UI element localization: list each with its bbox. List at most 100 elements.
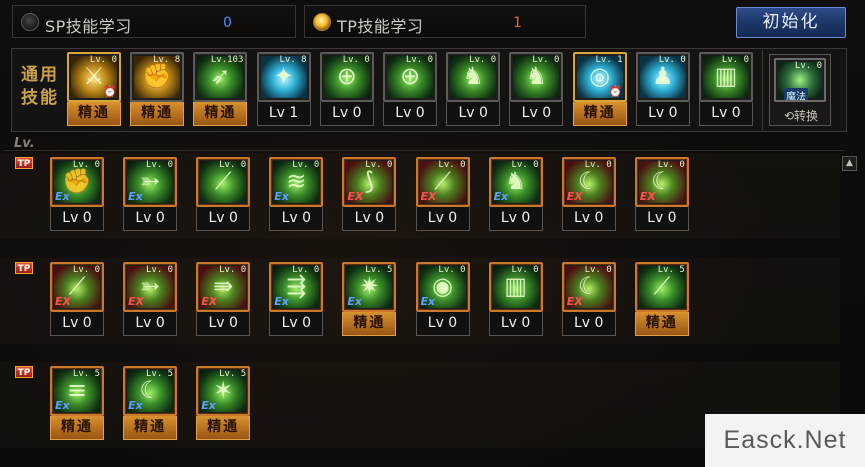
tp-skill-slot[interactable]: ✷ Lv. 5 Ex 精通 — [342, 262, 397, 338]
skill-level-plate: Lv 0 — [699, 102, 753, 126]
skill-level-tag: Lv. 0 — [584, 265, 612, 275]
skill-level-tag: Lv. 0 — [146, 160, 174, 170]
ex-badge: EX — [566, 295, 583, 308]
skill-icon-frame[interactable]: ♞ Lv. 0 Ex — [488, 157, 543, 207]
tp-skill-slot[interactable]: ⇶ Lv. 0 Ex Lv 0 — [269, 262, 324, 338]
skill-level-plate: Lv 0 — [123, 312, 178, 336]
skill-icon-frame[interactable]: ✶ Lv. 5 Ex — [196, 366, 251, 416]
skill-icon-frame[interactable]: ☾ Lv. 0 EX — [561, 262, 616, 312]
tp-skill-slot[interactable]: ➳ Lv. 0 Ex Lv 0 — [123, 157, 178, 233]
skill-icon-frame[interactable]: ⇶ Lv. 0 Ex — [269, 262, 324, 312]
skill-icon-frame[interactable]: ➶ Lv.103 — [193, 52, 248, 102]
skill-icon-frame[interactable]: ⊕ Lv. 0 — [383, 52, 437, 102]
general-skill-slot[interactable]: ♞ Lv. 0 Lv 0 — [509, 52, 564, 128]
magic-switch-button[interactable]: Lv. 0 魔法 ⟲转换 — [769, 54, 831, 126]
skill-level-plate: Lv 0 — [488, 312, 543, 336]
skill-level-plate: 精通 — [342, 312, 397, 336]
skill-level-plate: Lv 0 — [509, 102, 564, 126]
skill-icon-frame[interactable]: ✷ Lv. 5 Ex — [342, 262, 397, 312]
skill-icon-frame[interactable]: ♞ Lv. 0 — [509, 52, 564, 102]
skill-icon-frame[interactable]: ⟋ Lv. 0 EX — [415, 157, 470, 207]
sp-radio-icon[interactable] — [21, 13, 39, 31]
skill-icon-frame[interactable]: ⟋ Lv. 0 — [196, 157, 251, 207]
tp-skill-slot[interactable]: ⇛ Lv. 0 EX Lv 0 — [196, 262, 251, 338]
skill-icon-frame[interactable]: ⊕ Lv. 0 — [319, 52, 374, 102]
skill-level-plate: Lv 0 — [415, 312, 470, 336]
skill-icon-frame[interactable]: ⇛ Lv. 0 EX — [196, 262, 251, 312]
general-skill-slot[interactable]: ⊕ Lv. 0 Lv 0 — [319, 52, 374, 128]
skill-level-tag: Lv. 0 — [72, 160, 100, 170]
reset-button[interactable]: 初始化 — [736, 7, 846, 38]
skill-level-plate: Lv 0 — [196, 312, 251, 336]
general-skill-slot[interactable]: ✊ Lv. 8 精通 — [130, 52, 185, 128]
tp-skill-slot[interactable]: ☾ Lv. 5 Ex 精通 — [123, 366, 178, 442]
skill-icon-frame[interactable]: ☾ Lv. 0 EX — [561, 157, 616, 207]
tp-skill-slot[interactable]: ☾ Lv. 0 EX Lv 0 — [634, 157, 689, 233]
skill-icon-frame[interactable]: ◉ Lv. 0 Ex — [415, 262, 470, 312]
skill-icon-frame[interactable]: ⟋ Lv. 0 EX — [50, 262, 104, 312]
tp-skill-slot[interactable]: ≋ Lv. 0 Ex Lv 0 — [269, 157, 324, 233]
general-skill-slot[interactable]: ➶ Lv.103 精通 — [193, 52, 248, 128]
skill-icon-frame[interactable]: ➳ Lv. 0 Ex — [123, 157, 178, 207]
skill-level-tag: Lv. 0 — [469, 55, 497, 65]
tp-skill-slot[interactable]: ▥ Lv. 0 Lv 0 — [488, 262, 543, 338]
skill-icon-frame[interactable]: ▥ Lv. 0 — [699, 52, 753, 102]
general-skill-slot[interactable]: ✦ Lv. 8 Lv 1 — [256, 52, 311, 128]
tp-skill-slot[interactable]: ⟆ Lv. 0 EX Lv 0 — [342, 157, 397, 233]
general-skill-slot[interactable]: ⚔ Lv. 0 ⏰ 精通 — [67, 52, 121, 128]
switch-label: ⟲转换 — [783, 109, 819, 123]
skill-icon-frame[interactable]: ♟ Lv. 0 — [635, 52, 690, 102]
skill-icon-frame[interactable]: ⟋ Lv. 5 — [634, 262, 689, 312]
skill-level-tag: Lv. 0 — [342, 55, 370, 65]
skill-icon-frame[interactable]: ✦ Lv. 8 — [256, 52, 311, 102]
skill-glyph-icon: ▥ — [504, 272, 527, 300]
skill-icon-frame[interactable]: ≡ Lv. 5 Ex — [50, 366, 104, 416]
tp-mode-toggle[interactable]: TP技能学习 1 — [304, 5, 586, 38]
general-skill-slot[interactable]: ◎ Lv. 1 ⏰ 精通 — [572, 52, 627, 128]
skill-icon-frame[interactable]: ◎ Lv. 1 ⏰ — [572, 52, 627, 102]
tp-skill-slot[interactable]: ◉ Lv. 0 Ex Lv 0 — [415, 262, 470, 338]
tp-skill-slot[interactable]: ☾ Lv. 0 EX Lv 0 — [561, 157, 616, 233]
skill-icon-frame[interactable]: ☾ Lv. 0 EX — [634, 157, 689, 207]
skill-icon-frame[interactable]: ♞ Lv. 0 — [446, 52, 501, 102]
skill-icon-frame[interactable]: ≋ Lv. 0 Ex — [269, 157, 324, 207]
ex-badge: Ex — [420, 295, 436, 308]
skill-level-tag: Lv. 0 — [584, 160, 612, 170]
general-skill-slot[interactable]: ▥ Lv. 0 Lv 0 — [699, 52, 753, 128]
skill-icon-frame[interactable]: ✊ Lv. 8 — [130, 52, 185, 102]
tp-skill-slot[interactable]: ⟋ Lv. 5 精通 — [634, 262, 689, 338]
skill-level-tag: Lv. 0 — [532, 55, 560, 65]
skill-level-plate: Lv 0 — [561, 207, 616, 231]
tp-skill-slot[interactable]: ✶ Lv. 5 Ex 精通 — [196, 366, 251, 442]
tp-skill-slot[interactable]: ♞ Lv. 0 Ex Lv 0 — [488, 157, 543, 233]
ex-badge: EX — [201, 295, 218, 308]
magic-tag: 魔法 — [784, 88, 808, 100]
general-skill-slot[interactable]: ♟ Lv. 0 Lv 0 — [635, 52, 690, 128]
tp-skill-slot[interactable]: ≡ Lv. 5 Ex 精通 — [50, 366, 104, 442]
skill-icon-frame[interactable]: ▥ Lv. 0 — [488, 262, 543, 312]
skill-icon-frame[interactable]: ⚔ Lv. 0 ⏰ — [67, 52, 121, 102]
tp-skill-slot[interactable]: ⟋ Lv. 0 Lv 0 — [196, 157, 251, 233]
tp-skill-slot[interactable]: ☾ Lv. 0 EX Lv 0 — [561, 262, 616, 338]
tp-radio-icon[interactable] — [313, 13, 331, 31]
general-skill-slot[interactable]: ♞ Lv. 0 Lv 0 — [446, 52, 501, 128]
tp-skill-slot[interactable]: ✊ Lv. 0 Ex Lv 0 — [50, 157, 104, 233]
sp-mode-toggle[interactable]: SP技能学习 0 — [12, 5, 296, 38]
skill-level-plate: Lv 0 — [123, 207, 178, 231]
scroll-up-button[interactable]: ▲ — [842, 156, 857, 171]
tp-skill-slot[interactable]: ⟋ Lv. 0 EX Lv 0 — [50, 262, 104, 338]
skill-level-plate: Lv 0 — [342, 207, 397, 231]
skill-icon-frame[interactable]: ✊ Lv. 0 Ex — [50, 157, 104, 207]
skill-icon-frame[interactable]: ☾ Lv. 5 Ex — [123, 366, 178, 416]
tp-skill-slot[interactable]: ⟋ Lv. 0 EX Lv 0 — [415, 157, 470, 233]
skill-level-tag: Lv. 5 — [365, 265, 393, 275]
sp-points-value: 0 — [223, 15, 232, 31]
tp-skill-slot[interactable]: ➳ Lv. 0 EX Lv 0 — [123, 262, 178, 338]
skill-icon-frame[interactable]: ⟆ Lv. 0 EX — [342, 157, 397, 207]
level-header-label: Lv. — [14, 136, 35, 151]
general-skill-slot[interactable]: ⊕ Lv. 0 Lv 0 — [383, 52, 437, 128]
skill-level-plate: 精通 — [67, 102, 121, 126]
skill-icon-frame[interactable]: ➳ Lv. 0 EX — [123, 262, 178, 312]
skill-level-plate: Lv 0 — [488, 207, 543, 231]
general-separator — [762, 50, 763, 130]
